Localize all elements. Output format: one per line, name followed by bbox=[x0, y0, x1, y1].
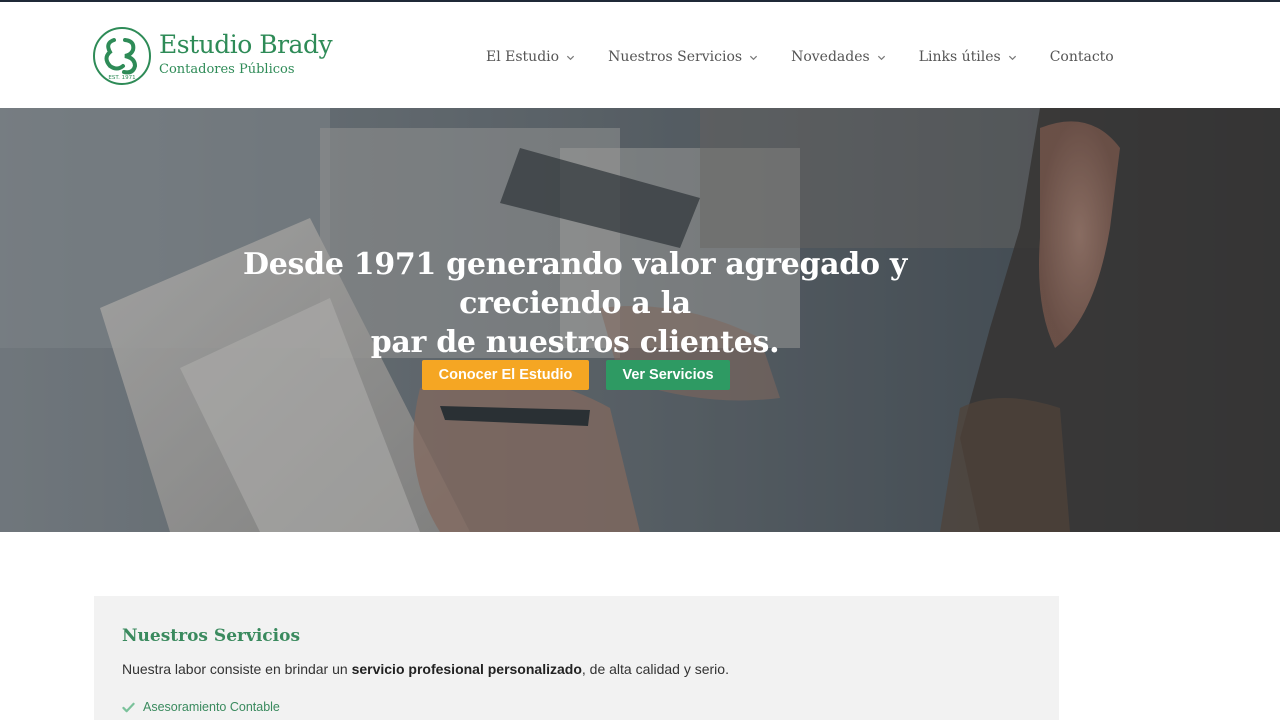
check-icon bbox=[122, 702, 135, 712]
services-description-bold: servicio profesional personalizado bbox=[351, 661, 582, 677]
brand-subtitle: Contadores Públicos bbox=[159, 62, 295, 77]
service-item-asesoramiento-contable[interactable]: Asesoramiento Contable bbox=[122, 700, 280, 714]
services-panel: Nuestros Servicios Nuestra labor consist… bbox=[94, 596, 1059, 720]
service-item-label: Asesoramiento Contable bbox=[143, 700, 280, 714]
chevron-down-icon bbox=[750, 55, 758, 60]
nav-item-novedades[interactable]: Novedades bbox=[791, 49, 886, 65]
hero-title: Desde 1971 generando valor agregado y cr… bbox=[170, 245, 980, 362]
services-title: Nuestros Servicios bbox=[122, 626, 301, 646]
chevron-down-icon bbox=[877, 55, 885, 60]
services-description-end: , de alta calidad y serio. bbox=[581, 661, 729, 677]
nav-item-contacto[interactable]: Contacto bbox=[1050, 49, 1114, 65]
nav-item-el-estudio[interactable]: El Estudio bbox=[486, 49, 575, 65]
site-header: EST. 1971 Estudio Brady Contadores Públi… bbox=[0, 2, 1280, 108]
services-description-start: Nuestra labor consiste en brindar un bbox=[122, 661, 352, 677]
hero-banner: Desde 1971 generando valor agregado y cr… bbox=[0, 108, 1280, 532]
conocer-el-estudio-button[interactable]: Conocer El Estudio bbox=[422, 360, 589, 390]
brand-logo-link[interactable]: EST. 1971 Estudio Brady Contadores Públi… bbox=[92, 26, 352, 86]
nav-item-nuestros-servicios[interactable]: Nuestros Servicios bbox=[608, 49, 758, 65]
nav-item-links-utiles[interactable]: Links útiles bbox=[919, 49, 1017, 65]
nav-item-label: Novedades bbox=[791, 49, 870, 65]
services-description: Nuestra labor consiste en brindar un ser… bbox=[122, 661, 729, 677]
logo-emblem-icon: EST. 1971 bbox=[93, 27, 151, 85]
chevron-down-icon bbox=[566, 55, 575, 60]
nav-item-label: El Estudio bbox=[486, 49, 560, 65]
services-list: Asesoramiento Contable bbox=[122, 700, 280, 714]
brand-name: Estudio Brady bbox=[159, 30, 333, 59]
main-navigation: El Estudio Nuestros Servicios Novedades … bbox=[486, 46, 1114, 68]
ver-servicios-button[interactable]: Ver Servicios bbox=[606, 360, 730, 390]
logo-est-text: EST. 1971 bbox=[108, 75, 135, 81]
nav-item-label: Links útiles bbox=[918, 49, 1001, 65]
nav-item-label: Nuestros Servicios bbox=[608, 49, 743, 65]
hero-title-line-1: Desde 1971 generando valor agregado y cr… bbox=[243, 247, 907, 321]
nav-item-label: Contacto bbox=[1049, 49, 1114, 65]
chevron-down-icon bbox=[1008, 55, 1016, 60]
hero-title-line-2: par de nuestros clientes. bbox=[370, 325, 780, 360]
